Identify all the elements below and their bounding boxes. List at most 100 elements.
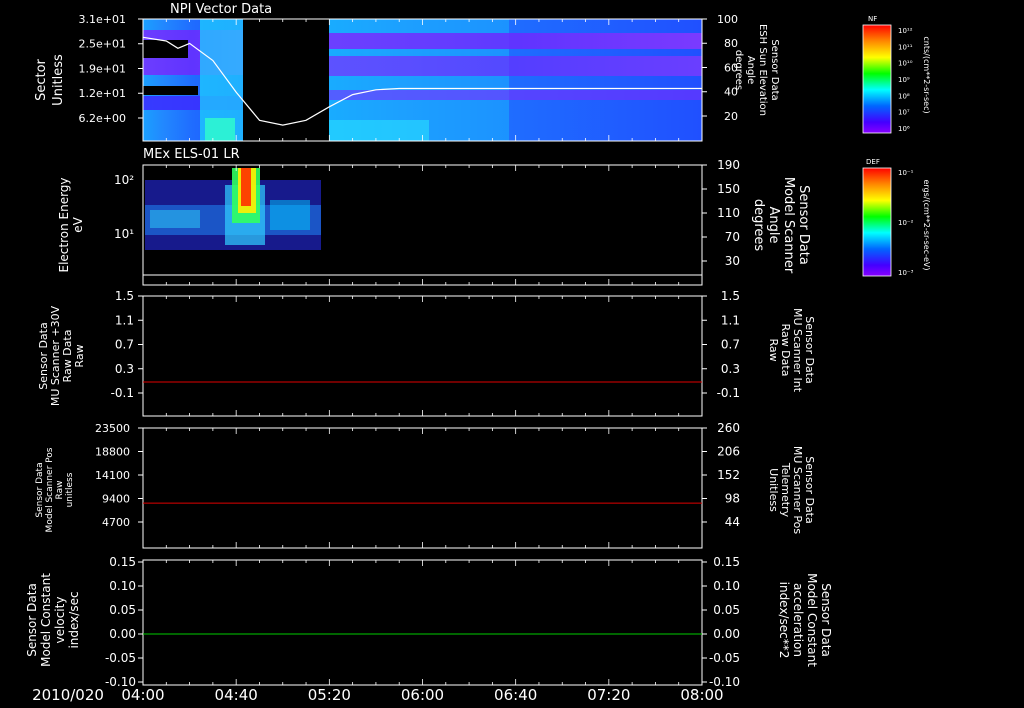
panel-els-rtick-3: 70 bbox=[725, 230, 740, 244]
panel-npi-rlabel-4: degrees bbox=[733, 50, 744, 90]
panel-scanner-raw-rtick-3: 0.3 bbox=[721, 362, 740, 376]
panel-npi-ylabel-2: Unitless bbox=[51, 54, 66, 106]
panel-model-constant-ytick-3: 0.00 bbox=[109, 627, 136, 641]
colorbar-def-label: DEF bbox=[866, 158, 880, 166]
time-tick-3: 06:00 bbox=[401, 686, 444, 704]
colorbar-nf-tick-2: 10¹⁰ bbox=[898, 60, 913, 68]
panel-npi-ylabel-1: Sector bbox=[34, 58, 49, 100]
panel-els-title: MEx ELS-01 LR bbox=[143, 147, 240, 162]
panel-model-constant-ylabel-label-1: Model Constant bbox=[39, 573, 53, 667]
panel-scanner-pos-rtick-2: 152 bbox=[717, 468, 740, 482]
panel-model-constant-ytick-2: 0.05 bbox=[109, 603, 136, 617]
panel-npi-rlabel-2: ESH Sun Elevation bbox=[757, 24, 768, 116]
panel-scanner-pos-ytick-3: 9400 bbox=[102, 492, 130, 505]
panel-els: MEx ELS-01 LR Electron Energy eV 10² 10¹… bbox=[57, 147, 811, 286]
time-axis-date: 2010/020 bbox=[32, 686, 104, 704]
panel-scanner-pos-ylabel-label-2: Raw bbox=[55, 481, 65, 500]
panel-els-rtick-4: 30 bbox=[725, 254, 740, 268]
panel-model-constant-ytick-0: 0.15 bbox=[109, 555, 136, 569]
time-tick-6: 08:00 bbox=[680, 686, 723, 704]
time-tick-5: 07:20 bbox=[587, 686, 630, 704]
panel-scanner-raw-rtick-2: 0.7 bbox=[721, 338, 740, 352]
colorbar-def-tick-2: 10⁻³ bbox=[898, 269, 914, 277]
panel-els-ytick-100: 10² bbox=[114, 173, 134, 187]
colorbar-def-gradient bbox=[862, 167, 892, 277]
panel-scanner-pos-rtick-1: 206 bbox=[717, 445, 740, 459]
panel-model-constant-frame bbox=[142, 559, 703, 686]
time-axis: 2010/020 04:00 04:40 05:20 06:00 06:40 07:20 0… bbox=[32, 686, 724, 704]
colorbar-def-tick-0: 10⁻¹ bbox=[898, 169, 914, 177]
colorbar-def-tick-1: 10⁻² bbox=[898, 219, 914, 227]
colorbar-nf-tick-4: 10⁸ bbox=[898, 92, 910, 100]
panel-scanner-raw-ylabel-label-3: Raw bbox=[73, 344, 86, 367]
colorbar-nf-gradient bbox=[862, 24, 892, 134]
panel-npi-rtick-1: 80 bbox=[724, 37, 738, 50]
panel-model-constant-rlabel-label-1: Model Constant bbox=[805, 573, 819, 667]
panel-scanner-raw-rlabel-label-3: Raw bbox=[767, 338, 780, 361]
panel-scanner-pos: 23500 18800 14100 9400 4700 260 206 152 98 44 Sen… bbox=[35, 421, 816, 549]
colorbar-def-units: ergs/(cm**2-sr-sec-eV) bbox=[922, 179, 931, 270]
panel-scanner-pos-ytick-2: 14100 bbox=[95, 469, 130, 482]
panel-els-ylabel-2: eV bbox=[71, 216, 85, 232]
panel-model-constant-ylabel-label-3: index/sec bbox=[67, 591, 81, 648]
panel-scanner-pos-rtick-0: 260 bbox=[717, 421, 740, 435]
panel-npi: NPI Vector Data Sector Unitless 3.1e+01 2… bbox=[34, 2, 780, 142]
panel-scanner-pos-rtick-3: 98 bbox=[725, 492, 740, 506]
panel-scanner-pos-ylabel-label-1: Model Scanner Pos bbox=[45, 447, 55, 532]
chart-canvas: NPI Vector Data Sector Unitless 3.1e+01 2… bbox=[25, 2, 931, 704]
colorbar-nf-tick-5: 10⁷ bbox=[898, 109, 910, 117]
panel-els-rtick-2: 110 bbox=[717, 206, 740, 220]
panel-els-rtick-0: 190 bbox=[717, 158, 740, 172]
panel-model-constant-rtick-2: 0.05 bbox=[713, 603, 740, 617]
panel-scanner-raw-ytick-2: 0.7 bbox=[115, 338, 134, 352]
panel-els-rtick-1: 150 bbox=[717, 182, 740, 196]
panel-model-constant-ytick-4: -0.05 bbox=[105, 651, 136, 665]
time-tick-1: 04:40 bbox=[215, 686, 258, 704]
panel-npi-ytick-1: 2.5e+01 bbox=[79, 38, 126, 51]
time-tick-4: 06:40 bbox=[494, 686, 537, 704]
panel-els-rlabel-3: Angle bbox=[766, 207, 781, 244]
colorbar-nf: NF 10¹² 10¹¹ 10¹⁰ 10⁹ 10⁸ 10⁷ 10⁶ cnts/(cm**2-… bbox=[862, 15, 931, 134]
panel-npi-rtick-4: 20 bbox=[724, 110, 738, 123]
colorbar-nf-units: cnts/(cm**2-sr-sec) bbox=[922, 36, 931, 113]
panel-model-constant-rlabel-label-3: index/sec**2 bbox=[777, 582, 791, 659]
time-tick-2: 05:20 bbox=[308, 686, 351, 704]
panel-scanner-pos-ylabel-label-3: unitless bbox=[65, 472, 75, 507]
panel-scanner-pos-ylabel-label-0: Sensor Data bbox=[35, 462, 45, 517]
panel-npi-ytick-3: 1.2e+01 bbox=[79, 87, 126, 100]
panel-scanner-pos-ytick-1: 18800 bbox=[95, 445, 130, 458]
panel-scanner-raw-ytick-3: 0.3 bbox=[115, 362, 134, 376]
panel-scanner-raw-rtick-0: 1.5 bbox=[721, 289, 740, 303]
panel-npi-rtick-0: 100 bbox=[717, 13, 738, 26]
panel-scanner-raw-ytick-4: -0.1 bbox=[111, 386, 134, 400]
panel-model-constant-rlabel-label-0: Sensor Data bbox=[819, 583, 833, 657]
panel-model-constant-rtick-0: 0.15 bbox=[713, 555, 740, 569]
panel-scanner-pos-ytick-4: 4700 bbox=[102, 516, 130, 529]
panel-els-rlabel-2: Model Scanner bbox=[781, 177, 796, 274]
colorbar-nf-label: NF bbox=[868, 15, 877, 23]
colorbar-nf-tick-3: 10⁹ bbox=[898, 76, 910, 84]
panel-els-heatmap bbox=[143, 165, 322, 285]
time-tick-0: 04:00 bbox=[121, 686, 164, 704]
panel-els-ylabel-1: Electron Energy bbox=[57, 177, 71, 272]
panel-scanner-pos-ytick-0: 23500 bbox=[95, 422, 130, 435]
panel-model-constant-rtick-3: 0.00 bbox=[713, 627, 740, 641]
panel-model-constant-rtick-1: 0.10 bbox=[713, 579, 740, 593]
panel-els-rlabel-4: degrees bbox=[751, 199, 766, 252]
panel-npi-title: NPI Vector Data bbox=[170, 2, 272, 17]
panel-model-constant: 0.150.100.050.00-0.05-0.100.150.100.050.… bbox=[25, 555, 833, 689]
panel-model-constant-rtick-4: -0.05 bbox=[709, 651, 740, 665]
panel-scanner-pos-frame bbox=[142, 427, 703, 549]
panel-model-constant-ylabel-label-0: Sensor Data bbox=[25, 583, 39, 657]
panel-els-rlabel-1: Sensor Data bbox=[796, 185, 811, 265]
colorbar-def: DEF 10⁻¹ 10⁻² 10⁻³ ergs/(cm**2-sr-sec-eV) bbox=[862, 158, 931, 277]
panel-model-constant-rlabel-label-2: acceleration bbox=[791, 583, 805, 657]
panel-scanner-raw-rtick-1: 1.1 bbox=[721, 313, 740, 327]
panel-npi-rlabel-1: Sensor Data bbox=[769, 39, 780, 100]
panel-scanner-raw-ytick-0: 1.5 bbox=[115, 289, 134, 303]
panel-els-ytick-10: 10¹ bbox=[114, 227, 134, 241]
panel-npi-rlabel-3: Angle bbox=[745, 56, 756, 84]
panel-scanner-pos-rtick-4: 44 bbox=[725, 515, 740, 529]
colorbar-nf-tick-0: 10¹² bbox=[898, 27, 913, 35]
panel-model-constant-ytick-1: 0.10 bbox=[109, 579, 136, 593]
